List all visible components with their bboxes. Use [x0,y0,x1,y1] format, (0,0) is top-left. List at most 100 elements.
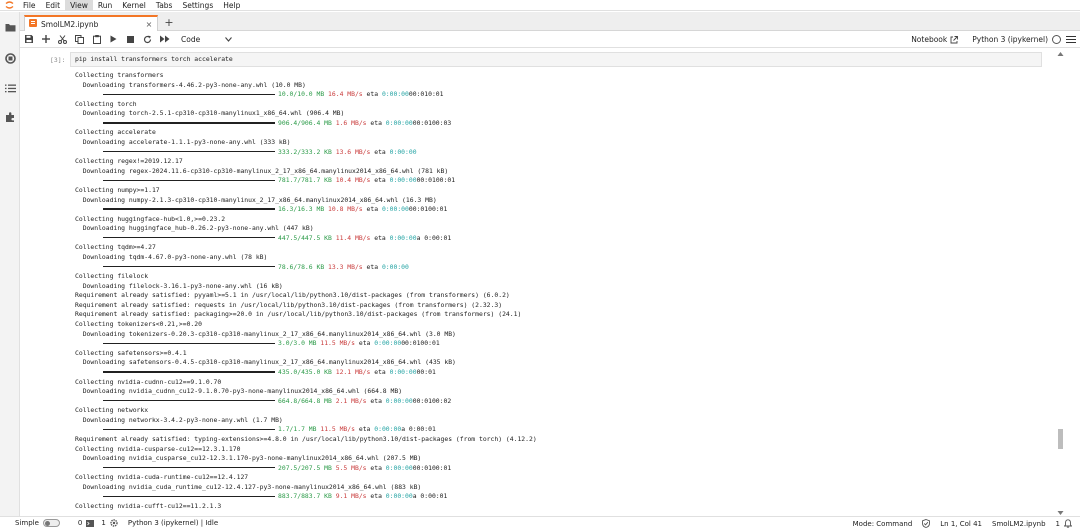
output-line: Downloading regex-2024.11.6-cp310-cp310-… [75,166,449,175]
menu-item-file[interactable]: File [18,0,41,11]
progress-size: 3.0/3.0 MB [278,339,317,348]
progress-size: 883.7/883.7 KB [278,492,332,501]
output-line: Downloading networkx-3.4.2-py3-none-any.… [75,415,283,424]
output-line: Collecting nvidia-cuda-runtime-cu12==12.… [75,473,249,482]
output-line: Collecting torch [75,99,137,108]
progress-speed: 9.1 MB/s [335,492,367,501]
cell-type-select[interactable]: Code [181,35,232,44]
progress-bar [103,150,275,153]
insert-cell-icon[interactable] [37,32,54,47]
cut-icon[interactable] [54,32,71,47]
menu-item-edit[interactable]: Edit [41,0,66,11]
chevron-down-icon [224,35,232,43]
kernel-status-text[interactable]: Python 3 (ipykernel) | Idle [128,519,218,527]
notifications-count[interactable]: 1 [1056,520,1060,528]
status-bar-right: Mode: Command Ln 1, Col 41 SmolLM2.ipynb… [853,517,1072,529]
copy-icon[interactable] [71,32,88,47]
notebook-link[interactable]: Notebook [911,35,959,44]
progress-bar [103,342,275,344]
progress-size: 1.7/1.7 MB [278,425,317,434]
cell-type-value: Code [181,34,201,44]
output-line: Collecting numpy>=1.17 [75,185,160,194]
terminals-count[interactable]: 0 [78,519,95,527]
output-line: Collecting tokenizers<0.21,>=0.20 [75,320,202,329]
kernel-name-button[interactable]: Python 3 (ipykernel) [972,35,1048,44]
table-of-contents-icon[interactable] [3,81,17,95]
progress-line: 435.0/435.0 KB 12.1 MB/s eta 0:00:0000:0… [75,368,1050,378]
scroll-up-icon[interactable] [1057,50,1064,56]
output-line: Downloading tokenizers-0.20.3-cp310-cp31… [75,329,456,338]
paste-icon[interactable] [88,32,105,47]
progress-line: 333.2/333.2 KB 13.6 MB/s eta 0:00:00 [75,148,1050,158]
output-line: Requirement already satisfied: packaging… [75,310,522,319]
fast-forward-icon[interactable] [156,32,173,47]
progress-speed: 11.5 MB/s [320,339,355,348]
scroll-down-icon[interactable] [1057,509,1064,515]
cell-input[interactable]: pip install transformers torch accelerat… [70,52,1042,67]
menu-item-run[interactable]: Run [93,0,117,11]
kernel-gear-icon [110,519,118,527]
menu-item-tabs[interactable]: Tabs [151,0,178,11]
progress-time: 0:00:00 [381,262,409,271]
progress-bar [103,265,275,268]
progress-time: 0:00:00 [381,205,409,214]
progress-eta: eta [366,205,379,214]
kernels-count[interactable]: 1 [101,519,118,527]
menu-item-view[interactable]: View [65,0,93,11]
folder-icon[interactable] [3,20,17,34]
simple-mode-toggle[interactable] [42,519,60,527]
progress-bar [103,467,275,469]
cursor-position[interactable]: Ln 1, Col 41 [940,520,982,528]
output-line: Downloading numpy-2.1.3-cp310-cp310-many… [75,195,437,204]
menu-icon[interactable] [1066,35,1076,45]
new-tab-button[interactable]: + [162,16,176,29]
close-icon[interactable]: × [144,19,154,29]
progress-bar [103,428,275,431]
run-icon[interactable] [105,32,122,47]
menu-items: File Edit View Run Kernel Tabs Settings Help [18,0,245,11]
notebook-panel: [3]: pip install transformers torch acce… [20,49,1080,516]
progress-speed: 2.1 MB/s [335,396,367,405]
progress-time: 0:00:00 [385,118,413,127]
progress-eta: eta [370,463,382,472]
progress-time: 0:00:00 [374,425,402,434]
output-line: Downloading filelock-3.16.1-py3-none-any… [75,281,283,290]
output-line: Collecting nvidia-cudnn-cu12==9.1.0.70 [75,377,222,386]
progress-line: 207.5/207.5 MB 5.5 MB/s eta 0:00:0000:01… [75,464,1050,474]
progress-line: 10.0/10.0 MB 16.4 MB/s eta 0:00:0000:010… [75,90,1050,100]
output-line: Collecting nvidia-cusparse-cu12==12.3.1.… [75,444,241,453]
stop-icon[interactable] [122,32,139,47]
progress-time: 0:00:00 [389,176,417,185]
progress-bar [103,371,275,373]
scrollbar-thumb[interactable] [1058,429,1063,449]
save-icon[interactable] [20,32,37,47]
progress-time: 0:00:00 [381,90,409,99]
progress-line: 781.7/781.7 KB 10.4 MB/s eta 0:00:0000:0… [75,176,1050,186]
menu-item-help[interactable]: Help [218,0,245,11]
progress-speed: 5.5 MB/s [335,463,367,472]
output-line: Collecting networkx [75,406,149,415]
menu-item-kernel[interactable]: Kernel [117,0,151,11]
progress-extra: a 0:00:01 [412,492,448,501]
output-line: Requirement already satisfied: requests … [75,300,503,309]
progress-bar [103,179,275,181]
progress-extra: 00:0100:01 [412,463,452,472]
simple-mode-label: Simple [15,519,39,527]
kernel-status-icon [1052,35,1061,44]
progress-time: 0:00:00 [374,339,402,348]
menu-item-settings[interactable]: Settings [177,0,218,11]
jupyter-logo-icon [0,0,18,11]
progress-size: 10.0/10.0 MB [278,90,325,99]
vertical-scrollbar[interactable] [1057,49,1064,516]
restart-icon[interactable] [139,32,156,47]
progress-eta: eta [370,492,382,501]
bell-icon[interactable] [1064,519,1072,528]
running-icon[interactable] [3,51,17,65]
extensions-icon[interactable] [3,110,17,124]
progress-extra: 00:0100:02 [412,396,452,405]
progress-eta: eta [370,396,382,405]
tab-notebook[interactable]: SmolLM2.ipynb × [24,15,158,31]
progress-extra: 00:01 [416,367,436,376]
output-line: Downloading torch-2.5.1-cp310-cp310-many… [75,109,345,118]
progress-line: 664.8/664.8 MB 2.1 MB/s eta 0:00:0000:01… [75,397,1050,407]
